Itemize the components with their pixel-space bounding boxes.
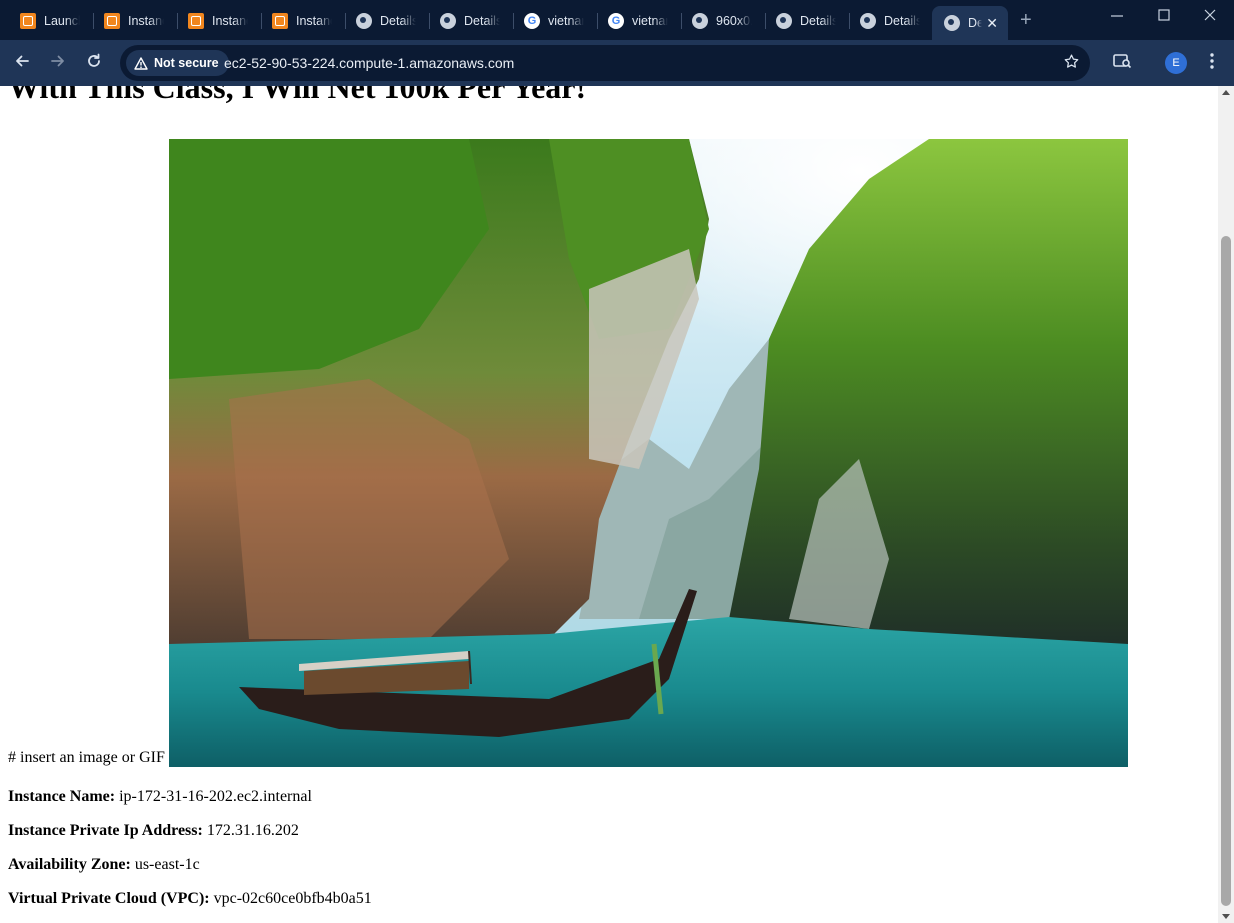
- forward-arrow-icon: [51, 55, 64, 67]
- tab-details-2[interactable]: Details: [428, 6, 512, 36]
- tab-label: Launch: [44, 14, 80, 28]
- tab-label: Instanc: [128, 14, 164, 28]
- tab-label: vietnar: [632, 14, 668, 28]
- new-tab-button[interactable]: +: [1020, 9, 1032, 32]
- aws-icon: [20, 13, 36, 29]
- kebab-menu-icon: [1210, 53, 1214, 69]
- tab-search-icon: [1113, 54, 1132, 69]
- lagoon-image: [169, 139, 1128, 767]
- vertical-scrollbar[interactable]: [1218, 86, 1234, 923]
- info-vpc: Virtual Private Cloud (VPC): vpc-02c60ce…: [8, 890, 372, 908]
- tab-label: Instanc: [212, 14, 248, 28]
- tab-label: Details: [884, 14, 920, 28]
- maximize-button[interactable]: [1157, 8, 1171, 27]
- address-bar[interactable]: Not secure ec2-52-90-53-224.compute-1.am…: [120, 45, 1090, 81]
- minimize-button[interactable]: [1110, 8, 1124, 27]
- globe-icon: [776, 13, 792, 29]
- info-label: Virtual Private Cloud (VPC):: [8, 890, 210, 907]
- scrollbar-thumb[interactable]: [1221, 236, 1231, 906]
- globe-icon: [440, 13, 456, 29]
- info-label: Instance Private Ip Address:: [8, 822, 203, 839]
- page-heading: With This Class, I Will Net 100k Per Yea…: [8, 86, 587, 105]
- profile-avatar[interactable]: E: [1165, 52, 1187, 74]
- info-instance-name: Instance Name: ip-172-31-16-202.ec2.inte…: [8, 788, 312, 806]
- globe-icon: [860, 13, 876, 29]
- tab-instance-3[interactable]: Instanc: [260, 6, 344, 36]
- tab-active-details[interactable]: De ✕: [932, 6, 1008, 40]
- maximize-icon: [1158, 9, 1170, 21]
- aws-icon: [104, 13, 120, 29]
- close-tab-icon[interactable]: ✕: [986, 15, 998, 32]
- tab-instance-1[interactable]: Instanc: [92, 6, 176, 36]
- tab-label: 960x0.j: [716, 14, 752, 28]
- forward-button[interactable]: [46, 52, 70, 74]
- tab-google-2[interactable]: G vietnar: [596, 6, 680, 36]
- page-content: With This Class, I Will Net 100k Per Yea…: [0, 86, 1218, 923]
- security-chip-label: Not secure: [154, 56, 219, 70]
- info-value: 172.31.16.202: [206, 822, 299, 839]
- browser-toolbar: Not secure ec2-52-90-53-224.compute-1.am…: [0, 40, 1234, 86]
- close-window-button[interactable]: [1203, 8, 1217, 27]
- tab-label: Details: [380, 14, 416, 28]
- info-private-ip: Instance Private Ip Address: 172.31.16.2…: [8, 822, 299, 840]
- globe-icon: [692, 13, 708, 29]
- google-icon: G: [524, 13, 540, 29]
- tab-label: Details: [800, 14, 836, 28]
- info-value: us-east-1c: [134, 856, 200, 873]
- aws-icon: [272, 13, 288, 29]
- google-icon: G: [608, 13, 624, 29]
- tab-google-1[interactable]: G vietnar: [512, 6, 596, 36]
- menu-button[interactable]: [1200, 52, 1224, 74]
- url-text[interactable]: ec2-52-90-53-224.compute-1.amazonaws.com: [224, 55, 514, 71]
- tab-search-button[interactable]: [1110, 52, 1134, 74]
- close-icon: [1204, 9, 1216, 21]
- tab-details-1[interactable]: Details: [344, 6, 428, 36]
- security-chip[interactable]: Not secure: [126, 50, 229, 76]
- minimize-icon: [1111, 15, 1123, 17]
- tab-details-3[interactable]: Details: [764, 6, 848, 36]
- back-arrow-icon: [16, 55, 29, 67]
- tab-label: vietnar: [548, 14, 584, 28]
- reload-button[interactable]: [82, 52, 106, 74]
- info-value: ip-172-31-16-202.ec2.internal: [119, 788, 312, 805]
- globe-icon: [944, 15, 960, 31]
- back-button[interactable]: [10, 52, 34, 74]
- info-label: Instance Name:: [8, 788, 116, 805]
- globe-icon: [356, 13, 372, 29]
- scroll-up-arrow-icon[interactable]: [1222, 90, 1230, 95]
- info-value: vpc-02c60ce0bfb4b0a51: [213, 890, 372, 907]
- info-availability-zone: Availability Zone: us-east-1c: [8, 856, 200, 874]
- info-label: Availability Zone:: [8, 856, 131, 873]
- tab-strip: Launch Instanc Instanc Instanc Details D…: [0, 0, 1234, 40]
- tab-label: Instanc: [296, 14, 332, 28]
- tab-label: Details: [464, 14, 500, 28]
- tab-instance-2[interactable]: Instanc: [176, 6, 260, 36]
- lagoon-photo: [169, 139, 1128, 767]
- scroll-down-arrow-icon[interactable]: [1222, 914, 1230, 919]
- tab-details-4[interactable]: Details: [848, 6, 932, 36]
- image-caption: # insert an image or GIF: [8, 749, 165, 766]
- aws-icon: [188, 13, 204, 29]
- tab-launch[interactable]: Launch: [8, 6, 92, 36]
- warning-triangle-icon: [134, 56, 148, 70]
- tab-label: De: [968, 16, 982, 30]
- tab-image[interactable]: 960x0.j: [680, 6, 764, 36]
- reload-icon: [88, 53, 100, 67]
- bookmark-star-icon[interactable]: [1063, 53, 1080, 75]
